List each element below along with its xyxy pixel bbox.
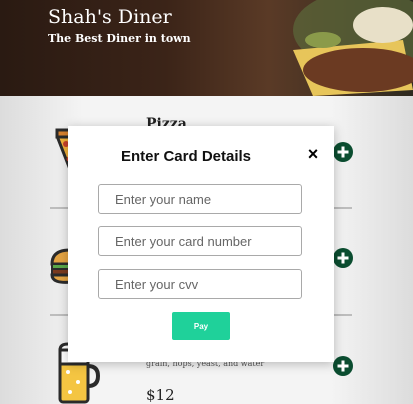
add-beer-button[interactable] bbox=[333, 356, 353, 376]
burger-photo bbox=[293, 0, 413, 96]
name-input[interactable] bbox=[98, 184, 302, 214]
card-number-input[interactable] bbox=[98, 226, 302, 256]
cvv-input[interactable] bbox=[98, 269, 302, 299]
card-details-modal: Enter Card Details × Pay bbox=[68, 126, 334, 362]
modal-title: Enter Card Details bbox=[120, 148, 252, 165]
site-tagline: The Best Diner in town bbox=[48, 32, 191, 45]
site-title: Shah's Diner bbox=[48, 6, 172, 28]
menu-item-price: $12 bbox=[146, 386, 175, 404]
add-pizza-button[interactable] bbox=[333, 142, 353, 162]
close-icon[interactable]: × bbox=[304, 144, 322, 164]
header-banner: Shah's Diner The Best Diner in town bbox=[0, 0, 413, 96]
pay-button[interactable]: Pay bbox=[172, 312, 230, 340]
add-burger-button[interactable] bbox=[333, 248, 353, 268]
